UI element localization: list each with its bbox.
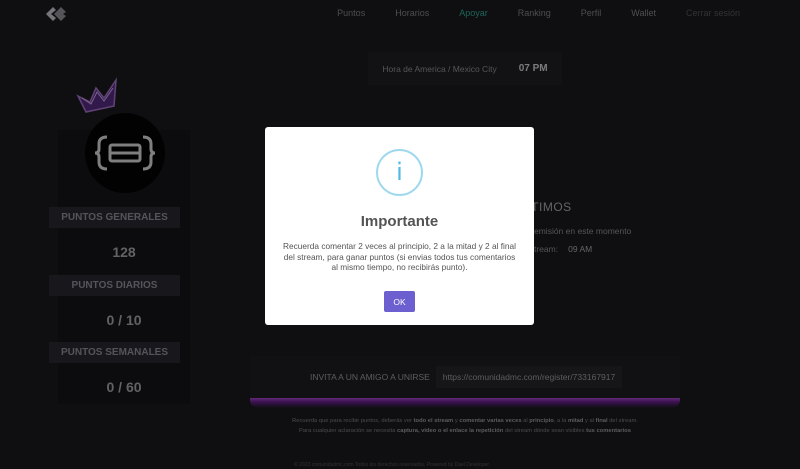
dialog-message: Recuerda comentar 2 veces al principio, … xyxy=(283,241,516,272)
info-icon: i xyxy=(376,149,423,196)
dialog-title: Importante xyxy=(360,213,439,230)
ok-button[interactable]: OK xyxy=(384,291,415,312)
important-dialog: i Importante Recuerda comentar 2 veces a… xyxy=(265,127,534,325)
